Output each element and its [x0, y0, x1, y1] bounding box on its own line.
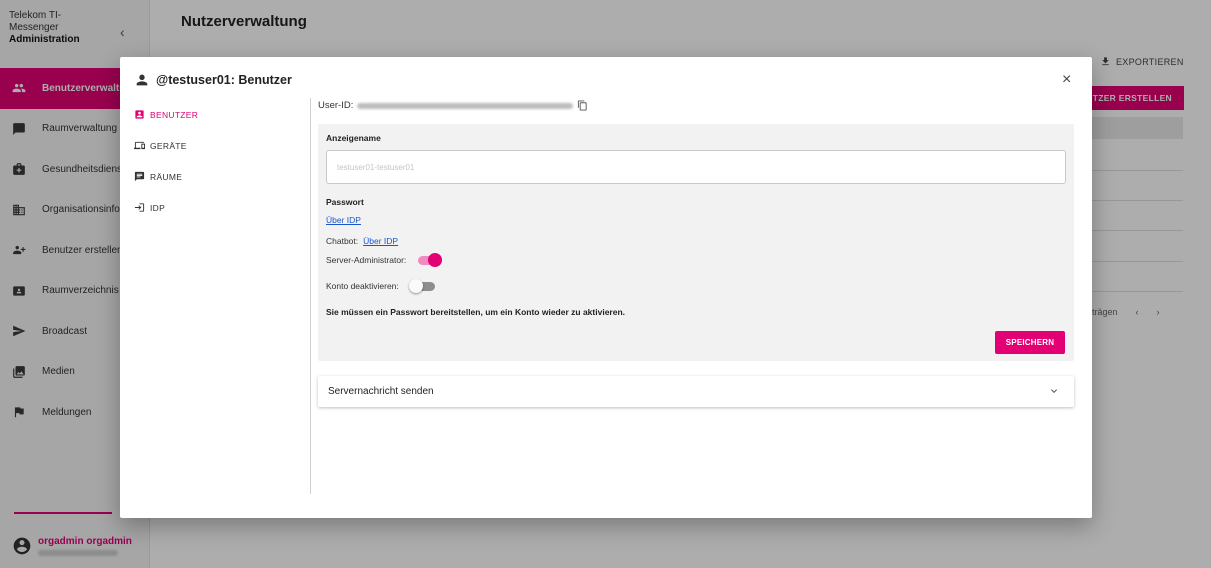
- deactivate-label: Konto deaktivieren:: [326, 281, 399, 291]
- dialog-header: @testuser01: Benutzer: [134, 72, 292, 88]
- deactivate-row: Konto deaktivieren:: [326, 279, 435, 293]
- password-label: Passwort: [326, 197, 364, 207]
- user-id-label: User-ID:: [318, 100, 354, 111]
- tab-geraete[interactable]: GERÄTE: [134, 130, 304, 161]
- user-dialog: @testuser01: Benutzer × BENUTZER GERÄTE …: [120, 57, 1092, 518]
- user-settings-panel: Anzeigename testuser01-testuser01 Passwo…: [318, 124, 1074, 361]
- login-icon: [134, 203, 145, 212]
- copy-icon[interactable]: [577, 100, 588, 111]
- tab-raeume[interactable]: RÄUME: [134, 161, 304, 192]
- chatbot-label: Chatbot:: [326, 236, 359, 246]
- tab-benutzer[interactable]: BENUTZER: [134, 99, 304, 130]
- tab-label: RÄUME: [150, 171, 183, 182]
- reactivate-hint: Sie müssen ein Passwort bereitstellen, u…: [326, 307, 626, 317]
- tab-idp[interactable]: IDP: [134, 192, 304, 223]
- save-button[interactable]: SPEICHERN: [995, 331, 1065, 354]
- account-box-icon: [135, 110, 144, 119]
- server-admin-label: Server-Administrator:: [326, 255, 407, 265]
- person-icon: [136, 74, 148, 86]
- password-idp-link[interactable]: Über IDP: [326, 215, 361, 225]
- chatbot-idp-link[interactable]: Über IDP: [363, 236, 398, 246]
- chat-icon: [134, 171, 145, 182]
- tabs-divider: [310, 98, 311, 494]
- dialog-tabs: BENUTZER GERÄTE RÄUME IDP: [134, 99, 304, 223]
- display-name-label: Anzeigename: [326, 133, 381, 143]
- devices-icon: [134, 141, 145, 150]
- server-admin-toggle[interactable]: [418, 253, 443, 267]
- user-id-redacted: [357, 102, 574, 109]
- user-id-row: User-ID:: [318, 100, 588, 111]
- deactivate-toggle[interactable]: [408, 279, 435, 293]
- accordion-label: Servernachricht senden: [328, 386, 434, 397]
- toggle-knob: [428, 253, 443, 267]
- chevron-down-icon: [1048, 385, 1060, 400]
- toggle-knob: [408, 279, 423, 293]
- tab-label: GERÄTE: [150, 140, 187, 151]
- dialog-title: @testuser01: Benutzer: [156, 73, 292, 87]
- display-name-field[interactable]: testuser01-testuser01: [326, 150, 1066, 184]
- close-icon[interactable]: ×: [1062, 71, 1071, 89]
- server-admin-row: Server-Administrator:: [326, 253, 443, 267]
- tab-label: BENUTZER: [150, 109, 199, 120]
- server-message-accordion[interactable]: Servernachricht senden: [318, 376, 1074, 407]
- chatbot-row: Chatbot: Über IDP: [326, 236, 398, 246]
- tab-label: IDP: [150, 202, 166, 213]
